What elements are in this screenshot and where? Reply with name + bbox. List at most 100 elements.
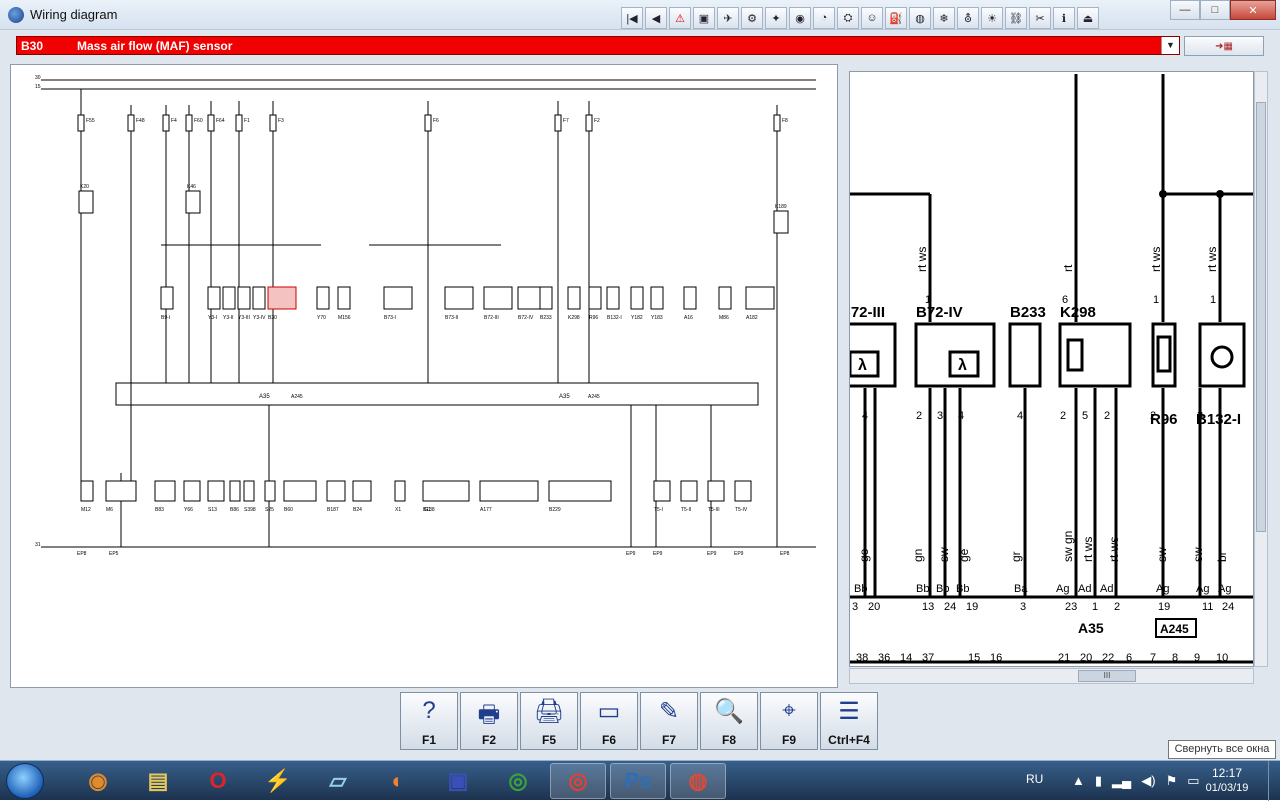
component-b72-iii[interactable] (483, 286, 513, 310)
first-icon[interactable]: |◀ (621, 7, 643, 29)
signal-icon[interactable]: ▂▄ (1112, 773, 1131, 789)
vertical-scrollbar[interactable] (1254, 71, 1268, 667)
info-icon[interactable]: ℹ (1053, 7, 1075, 29)
component-b30[interactable] (267, 286, 297, 310)
chrome-app-2[interactable]: ◎ (550, 763, 606, 799)
fkey-f1[interactable]: ? F1 (400, 692, 458, 750)
fkey-f2[interactable]: 🖶 F2 (460, 692, 518, 750)
component-b138[interactable] (422, 480, 470, 502)
scroll-thumb-horizontal[interactable]: III (1078, 670, 1136, 682)
chrome-app[interactable]: ◎ (490, 763, 546, 799)
fkey-f9[interactable]: ⌖ F9 (760, 692, 818, 750)
component-r96[interactable] (588, 286, 602, 310)
component-y70[interactable] (316, 286, 330, 310)
book-icon[interactable]: ▣ (693, 7, 715, 29)
component-y3-iv[interactable] (252, 286, 266, 310)
save-app[interactable]: ▣ (430, 763, 486, 799)
gauge-icon[interactable]: ◔ (813, 7, 835, 29)
component-b60[interactable] (283, 480, 317, 502)
component-t5-iii[interactable] (707, 480, 725, 502)
tools-icon[interactable]: ✦ (765, 7, 787, 29)
component-s13[interactable] (207, 480, 225, 502)
horizontal-scrollbar[interactable]: III (849, 668, 1254, 684)
component-m12[interactable] (80, 480, 94, 502)
component-b24[interactable] (352, 480, 372, 502)
volume-icon[interactable]: ◀) (1141, 773, 1155, 789)
notes-app[interactable]: ▱ (310, 763, 366, 799)
photoshop-app[interactable]: Ps (610, 763, 666, 799)
exit-icon[interactable]: ⏏ (1077, 7, 1099, 29)
person-icon[interactable]: ☺ (861, 7, 883, 29)
language-indicator[interactable]: RU (1026, 772, 1043, 786)
component-b233[interactable] (539, 286, 553, 310)
component-a16[interactable] (683, 286, 697, 310)
component-b73-i[interactable] (383, 286, 413, 310)
brake-icon[interactable]: ◍ (909, 7, 931, 29)
component-b132-i[interactable] (606, 286, 620, 310)
fkey-f8[interactable]: 🔍 F8 (700, 692, 758, 750)
firefox-app[interactable]: ◐ (370, 763, 426, 799)
fkey-ctrl-f4[interactable]: ☰ Ctrl+F4 (820, 692, 878, 750)
component-t5-iv[interactable] (734, 480, 752, 502)
opera-app[interactable]: O (190, 763, 246, 799)
component-b9-i[interactable] (160, 286, 174, 310)
show-desktop-button[interactable] (1268, 761, 1280, 801)
zoomed-diagram-pane[interactable]: B72-IIIB72-IVB233K298R96B132-Iλλ1611rt w… (849, 71, 1254, 667)
component-t5-ii[interactable] (680, 480, 698, 502)
component-b83[interactable] (154, 480, 176, 502)
component-m86[interactable] (718, 286, 732, 310)
chevron-up-icon[interactable]: ▲ (1072, 773, 1085, 789)
clock-date[interactable]: 01/03/19 (1198, 782, 1256, 794)
component-y183[interactable] (650, 286, 664, 310)
component-a177[interactable] (479, 480, 539, 502)
component-y66[interactable] (183, 480, 201, 502)
folder-app[interactable]: ▤ (130, 763, 186, 799)
clock-time[interactable]: 12:17 (1202, 766, 1252, 780)
fkey-f5[interactable]: 🖨 F5 (520, 692, 578, 750)
flag-icon[interactable]: ⚑ (1166, 773, 1178, 789)
component-t5-i[interactable] (653, 480, 671, 502)
warning-icon[interactable]: ⚠ (669, 7, 691, 29)
wrench-icon[interactable]: ✂ (1029, 7, 1051, 29)
eye-app[interactable]: ◉ (70, 763, 126, 799)
oil-icon[interactable]: ⛢ (957, 7, 979, 29)
component-b233[interactable] (1008, 322, 1042, 388)
component-y3-iii[interactable] (237, 286, 251, 310)
engine-icon[interactable]: ⚙ (741, 7, 763, 29)
chevron-down-icon[interactable]: ▼ (1161, 37, 1179, 54)
fuel-icon[interactable]: ⛽ (885, 7, 907, 29)
wheel-icon[interactable]: ◉ (789, 7, 811, 29)
component-s25[interactable] (264, 480, 276, 502)
component-s398[interactable] (243, 480, 255, 502)
overview-diagram-pane[interactable]: 30 15 31 F55 F48 F4 F60 F64 F1 F3 F6 F7 F2 F8 K20 K46 K1… (10, 64, 838, 688)
light-icon[interactable]: ☀ (981, 7, 1003, 29)
component-y182[interactable] (630, 286, 644, 310)
car-icon[interactable]: ✈ (717, 7, 739, 29)
start-button[interactable] (6, 763, 44, 799)
maximize-button[interactable]: □ (1200, 0, 1230, 20)
component-b229[interactable] (548, 480, 612, 502)
jack-icon[interactable]: ⛭ (837, 7, 859, 29)
component-m156[interactable] (337, 286, 351, 310)
bolt-app[interactable]: ⚡ (250, 763, 306, 799)
component-y3-i[interactable] (207, 286, 221, 310)
belt-icon[interactable]: ⛓ (1005, 7, 1027, 29)
minimize-button[interactable]: — (1170, 0, 1200, 20)
network-icon[interactable]: ▮ (1095, 773, 1102, 789)
component-b86[interactable] (229, 480, 241, 502)
close-button[interactable]: ✕ (1230, 0, 1276, 20)
wiring-app[interactable]: ◍ (670, 763, 726, 799)
component-b73-ii[interactable] (444, 286, 474, 310)
fkey-f7[interactable]: ✎ F7 (640, 692, 698, 750)
aircon-icon[interactable]: ❄ (933, 7, 955, 29)
export-button[interactable]: ➜▦ (1184, 36, 1264, 56)
component-x1[interactable] (394, 480, 406, 502)
fkey-f6[interactable]: ▭ F6 (580, 692, 638, 750)
scroll-thumb[interactable] (1256, 102, 1266, 532)
prev-icon[interactable]: ◀ (645, 7, 667, 29)
component-m6[interactable] (105, 480, 137, 502)
component-a182[interactable] (745, 286, 775, 310)
component-selector[interactable]: B30 Mass air flow (MAF) sensor ▼ (16, 36, 1180, 55)
component-k298[interactable] (567, 286, 581, 310)
component-y3-ii[interactable] (222, 286, 236, 310)
